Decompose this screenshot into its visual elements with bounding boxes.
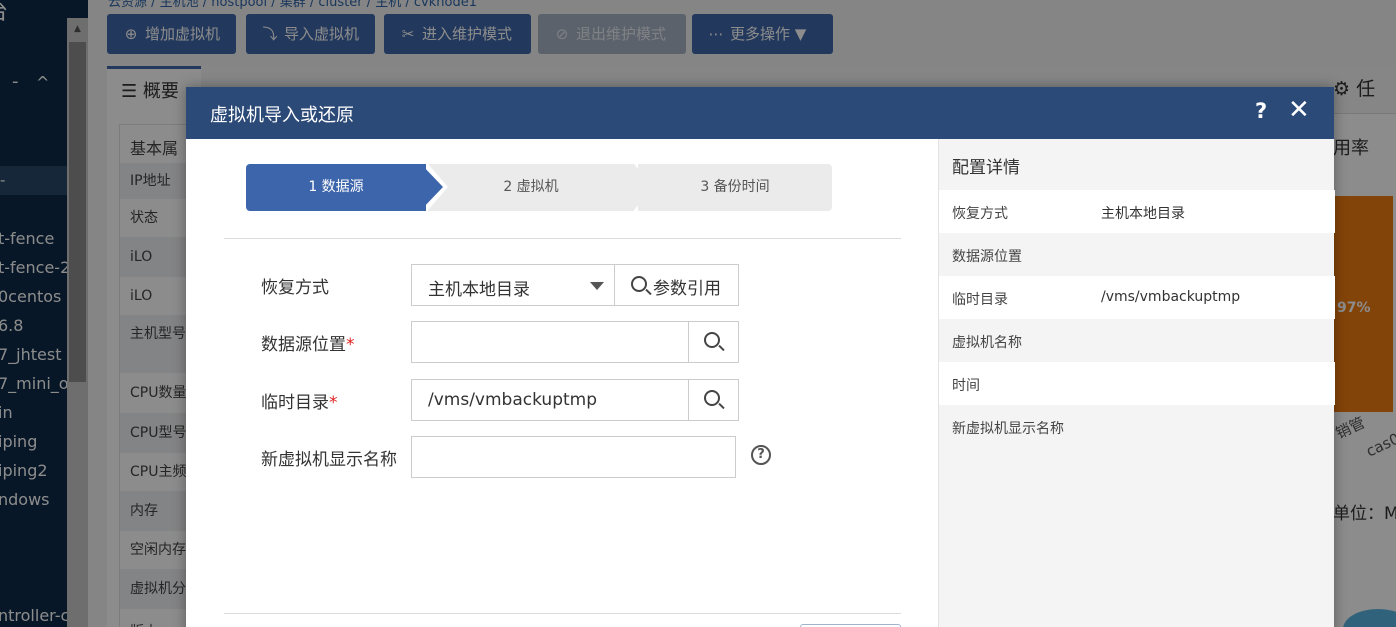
restore-method-label: 恢复方式 bbox=[261, 278, 329, 298]
config-label: 临时目录 bbox=[952, 292, 1008, 308]
help-icon[interactable]: ? bbox=[1255, 99, 1267, 123]
source-location-field[interactable] bbox=[411, 321, 739, 363]
search-icon bbox=[631, 276, 647, 292]
source-location-label: 数据源位置* bbox=[261, 335, 355, 355]
search-icon bbox=[704, 332, 720, 348]
wizard-step-backup-time[interactable]: 3 备份时间 bbox=[638, 164, 832, 211]
browse-source-button[interactable] bbox=[688, 322, 738, 362]
divider bbox=[224, 613, 901, 614]
config-label: 新虚拟机显示名称 bbox=[952, 421, 1064, 437]
param-reference-button[interactable]: 参数引用 bbox=[614, 265, 738, 305]
config-row: 恢复方式 主机本地目录 bbox=[939, 190, 1335, 233]
config-details-panel: 配置详情 恢复方式 主机本地目录 数据源位置 临时目录 /vms/vmbacku… bbox=[938, 139, 1335, 627]
config-value: /vms/vmbackuptmp bbox=[1101, 289, 1241, 305]
config-row: 数据源位置 bbox=[939, 233, 1335, 276]
config-row: 虚拟机名称 bbox=[939, 319, 1335, 362]
import-restore-dialog: 虚拟机导入或还原 ? ✕ 2 虚拟机 3 备份时间 1 数据源 恢复方式 主机本… bbox=[186, 87, 1335, 627]
config-title: 配置详情 bbox=[952, 158, 1020, 178]
search-icon bbox=[704, 390, 720, 406]
new-display-name-label: 新虚拟机显示名称 bbox=[261, 450, 397, 470]
dialog-header: 虚拟机导入或还原 ? ✕ bbox=[186, 87, 1334, 139]
config-label: 虚拟机名称 bbox=[952, 335, 1022, 351]
config-label: 恢复方式 bbox=[952, 206, 1008, 222]
step-arrow bbox=[421, 164, 443, 210]
restore-method-value: 主机本地目录 bbox=[428, 280, 530, 300]
dialog-title: 虚拟机导入或还原 bbox=[210, 105, 354, 126]
close-icon[interactable]: ✕ bbox=[1288, 95, 1310, 125]
config-label: 数据源位置 bbox=[952, 249, 1022, 265]
temp-dir-field[interactable]: /vms/vmbackuptmp bbox=[411, 379, 739, 421]
config-label: 时间 bbox=[952, 378, 980, 394]
temp-dir-label: 临时目录* bbox=[261, 393, 338, 413]
question-circle-icon[interactable]: ? bbox=[751, 445, 771, 465]
browse-temp-dir-button[interactable] bbox=[688, 380, 738, 420]
step-separator bbox=[634, 164, 654, 210]
chevron-down-icon bbox=[590, 282, 604, 290]
config-value: 主机本地目录 bbox=[1101, 206, 1185, 222]
config-row: 新虚拟机显示名称 bbox=[939, 405, 1335, 448]
temp-dir-value: /vms/vmbackuptmp bbox=[428, 390, 598, 410]
required-mark: * bbox=[329, 393, 338, 413]
wizard-step-datasource[interactable]: 1 数据源 bbox=[246, 164, 426, 211]
config-row: 时间 bbox=[939, 362, 1335, 405]
new-display-name-input[interactable] bbox=[411, 436, 736, 478]
wizard-steps: 2 虚拟机 3 备份时间 1 数据源 bbox=[246, 164, 832, 211]
restore-method-select[interactable]: 主机本地目录 参数引用 bbox=[411, 264, 739, 306]
divider bbox=[224, 238, 901, 239]
config-row: 临时目录 /vms/vmbackuptmp bbox=[939, 276, 1335, 319]
required-mark: * bbox=[346, 335, 355, 355]
wizard-step-vm[interactable]: 2 虚拟机 bbox=[428, 164, 634, 211]
